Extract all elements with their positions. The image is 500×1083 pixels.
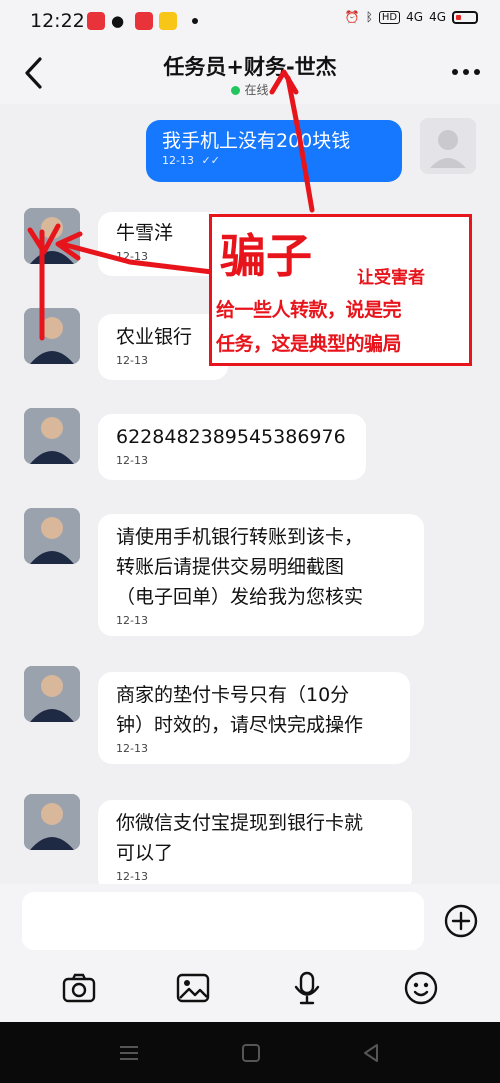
input-toolbar: [0, 970, 500, 1010]
bluetooth-icon: ᛒ: [365, 10, 373, 24]
message-text-line: 请使用手机银行转账到该卡，: [116, 526, 364, 548]
scam-text-line: 任务，这是典型的骗局: [216, 333, 402, 355]
message-text-line: 商家的垫付卡号只有（10分: [116, 684, 350, 706]
contact-avatar[interactable]: [24, 208, 80, 264]
online-status: 在线: [0, 81, 500, 98]
input-area: [0, 884, 500, 1022]
contact-avatar[interactable]: [24, 666, 80, 722]
status-time: 12:22: [30, 10, 85, 32]
contact-avatar[interactable]: [24, 794, 80, 850]
message-time: 12-13: [116, 742, 148, 755]
message-input[interactable]: [22, 892, 424, 950]
message-time: 12-13: [116, 870, 148, 883]
message-text-line: 可以了: [116, 842, 174, 864]
message-text: 农业银行: [116, 326, 193, 348]
contact-avatar[interactable]: [24, 308, 80, 364]
message-text-line: 转账后请提供交易明细截图: [116, 556, 345, 578]
outgoing-message[interactable]: 我手机上没有200块钱 12-13 ✓✓: [146, 120, 402, 182]
emoji-icon[interactable]: [403, 970, 439, 1006]
contact-avatar[interactable]: [24, 408, 80, 464]
message-text: 牛雪洋: [116, 222, 174, 244]
message-time: 12-13: [116, 454, 148, 467]
microphone-icon[interactable]: [289, 970, 325, 1006]
dot-icon: [192, 18, 198, 24]
status-icons: ⏰ ᛒ HD 4G 4G: [345, 10, 478, 24]
image-icon[interactable]: [175, 970, 211, 1006]
camera-icon[interactable]: [61, 970, 97, 1006]
online-label: 在线: [244, 83, 269, 97]
message-time: 12-13: [116, 250, 148, 263]
back-nav-icon[interactable]: [360, 1042, 382, 1064]
message-bubble[interactable]: 请使用手机银行转账到该卡， 转账后请提供交易明细截图 （电子回单）发给我为您核实…: [98, 514, 424, 636]
message-text-line: 你微信支付宝提现到银行卡就: [116, 812, 364, 834]
scam-text-line: 给一些人转款，说是完: [216, 299, 402, 321]
signal-icon-2: 4G: [429, 10, 446, 24]
message-bubble[interactable]: 你微信支付宝提现到银行卡就 可以了 12-13: [98, 800, 412, 884]
home-nav-icon[interactable]: [240, 1042, 262, 1064]
message-text-line: 钟）时效的，请尽快完成操作: [116, 714, 364, 736]
wechat-notification-icon: ●: [111, 12, 125, 30]
alarm-icon: ⏰: [344, 10, 360, 24]
app-notification-icon-2: [135, 12, 153, 30]
contact-avatar[interactable]: [24, 508, 80, 564]
chat-title: 任务员+财务-世杰: [163, 55, 337, 79]
message-bubble[interactable]: 牛雪洋 12-13: [98, 212, 226, 276]
scam-warning-annotation: 骗子 让受害者 给一些人转款，说是完 任务，这是典型的骗局: [209, 214, 472, 366]
message-time: 12-13: [116, 354, 148, 367]
message-text-line: （电子回单）发给我为您核实: [116, 586, 364, 608]
more-icon[interactable]: [452, 62, 484, 82]
message-bubble[interactable]: 6228482389545386976 12-13: [98, 414, 366, 480]
plus-icon[interactable]: [444, 904, 478, 938]
chat-header: 任务员+财务-世杰 在线: [0, 42, 500, 104]
self-avatar[interactable]: [420, 118, 476, 174]
app-notification-icon-3: [159, 12, 177, 30]
read-check-icon: ✓✓: [201, 154, 220, 167]
menu-nav-icon[interactable]: [118, 1042, 140, 1064]
message-text: 我手机上没有200块钱: [162, 130, 351, 152]
battery-icon: [452, 10, 478, 24]
online-dot-icon: [231, 86, 241, 95]
time-label: 12-13: [162, 154, 194, 167]
message-time: 12-13: [116, 614, 148, 627]
app-notification-icon: [87, 12, 105, 30]
scam-title: 骗子: [220, 229, 312, 283]
status-bar: 12:22 ● ⏰ ᛒ HD 4G 4G: [0, 0, 500, 42]
message-time: 12-13 ✓✓: [162, 154, 386, 168]
hd-icon: HD: [378, 10, 401, 24]
message-text: 6228482389545386976: [116, 426, 346, 448]
system-nav-bar: [0, 1022, 500, 1083]
message-bubble[interactable]: 商家的垫付卡号只有（10分 钟）时效的，请尽快完成操作 12-13: [98, 672, 410, 764]
signal-icon: 4G: [406, 10, 424, 24]
scam-subtitle: 让受害者: [357, 268, 425, 288]
